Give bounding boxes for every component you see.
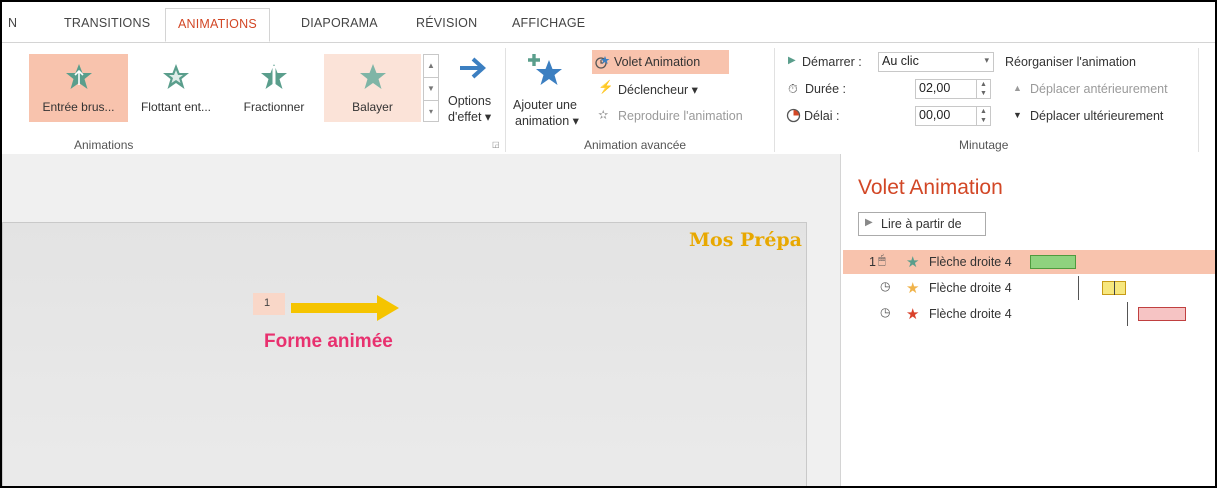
gallery-label: Fractionner <box>243 100 305 114</box>
move-earlier-label: Déplacer antérieurement <box>1030 82 1168 96</box>
painter-label: Reproduire l'animation <box>618 109 743 123</box>
group-label-timing: Minutage <box>959 138 1009 152</box>
animation-painter-button[interactable]: ✫ Reproduire l'animation <box>592 105 767 127</box>
slide-caption[interactable]: Forme animée <box>264 331 393 353</box>
timeline-marker <box>1114 281 1115 295</box>
star-split-icon <box>259 62 289 95</box>
gallery-flottant-entrant[interactable]: Flottant ent... <box>130 54 222 122</box>
start-label: Démarrer : <box>802 55 862 69</box>
tab-diaporama[interactable]: DIAPORAMA <box>301 16 378 30</box>
animation-pane-icon <box>595 54 613 75</box>
star-float-icon <box>161 62 191 95</box>
add-animation-label-2: animation ▾ <box>515 114 579 128</box>
tab-partial[interactable]: N <box>8 16 17 30</box>
gallery-more-icon[interactable]: ▾ <box>424 101 438 123</box>
item-name: Flèche droite 4 <box>929 281 1012 295</box>
item-name: Flèche droite 4 <box>929 307 1012 321</box>
tab-revision[interactable]: RÉVISION <box>416 16 477 30</box>
gallery-entree-brusque[interactable]: Entrée brus... <box>29 54 128 122</box>
lightning-icon: ⚡ <box>598 80 614 94</box>
item-index: 1 <box>869 255 876 269</box>
add-animation-button[interactable]: Ajouter une animation ▾ <box>509 50 589 130</box>
star-wipe-icon <box>358 62 388 95</box>
gallery-fractionner[interactable]: Fractionner <box>230 54 318 122</box>
play-from-button[interactable]: ▶ Lire à partir de <box>858 212 986 236</box>
ribbon-tabs: N TRANSITIONS ANIMATIONS DIAPORAMA RÉVIS… <box>2 2 1215 43</box>
watermark-text: Mos Prépa <box>689 229 802 251</box>
painter-icon: ✫ <box>598 108 609 122</box>
scroll-down-icon[interactable]: ▼ <box>424 78 438 101</box>
triangle-down-icon: ▼ <box>1013 110 1022 120</box>
timeline-marker <box>1078 276 1079 300</box>
item-name: Flèche droite 4 <box>929 255 1012 269</box>
arrow-shape[interactable] <box>291 295 401 326</box>
animation-pane-label: Volet Animation <box>614 55 701 69</box>
start-value: Au clic <box>882 54 919 68</box>
gallery-label: Balayer <box>352 100 393 114</box>
scroll-up-icon[interactable]: ▲ <box>424 55 438 78</box>
star-entrance-icon <box>64 62 94 95</box>
duration-value: 02,00 <box>919 81 951 95</box>
pane-list-item[interactable]: ◷ ★ Flèche droite 4 <box>843 302 1215 326</box>
slide-workspace: Mos Prépa 1 Forme animée <box>2 154 840 486</box>
duration-label: Durée : <box>805 82 846 96</box>
gallery-balayer[interactable]: Balayer <box>324 54 421 122</box>
mouse-click-icon: 🖱 <box>878 252 886 267</box>
pane-list-item[interactable]: ◷ ★ Flèche droite 4 <box>843 276 1215 300</box>
animation-number-tag[interactable]: 1 <box>253 293 285 315</box>
timeline-bar[interactable] <box>1138 307 1186 321</box>
tab-animations[interactable]: ANIMATIONS <box>165 8 270 42</box>
move-earlier-button[interactable]: ▲ Déplacer antérieurement <box>1008 80 1188 100</box>
slide-canvas[interactable]: Mos Prépa 1 Forme animée <box>2 222 807 486</box>
group-label-advanced: Animation avancée <box>584 138 687 152</box>
effect-options-label-1: Options <box>448 94 492 108</box>
delay-value: 00,00 <box>919 108 951 122</box>
add-animation-label-1: Ajouter une <box>513 98 577 112</box>
animation-pane: Volet Animation ▶ Lire à partir de 1 🖱 ★… <box>840 154 1215 486</box>
star-entrance-icon: ★ <box>906 254 920 271</box>
timeline-bar[interactable] <box>1030 255 1076 269</box>
start-select[interactable]: Au clic ▾ <box>878 52 994 72</box>
delay-input[interactable]: 00,00 <box>915 106 977 126</box>
triangle-up-icon: ▲ <box>1013 83 1022 93</box>
gallery-scrollbar[interactable]: ▲ ▼ ▾ <box>423 54 439 122</box>
duration-input[interactable]: 02,00 <box>915 79 977 99</box>
group-divider <box>774 48 775 152</box>
dialog-launcher-icon[interactable]: ◲ <box>492 140 500 149</box>
play-icon: ▶ <box>865 217 873 228</box>
animation-pane-button[interactable]: Volet Animation <box>592 50 729 74</box>
duration-spinner[interactable]: ▲ ▼ <box>977 79 991 99</box>
tab-affichage[interactable]: AFFICHAGE <box>512 16 585 30</box>
group-label-animations: Animations <box>74 138 134 152</box>
clock-icon: ◷ <box>880 279 891 293</box>
effect-options-button[interactable]: Options d'effet ▾ <box>445 52 503 124</box>
trigger-button[interactable]: ⚡ Déclencheur ▾ <box>592 78 729 100</box>
play-from-label: Lire à partir de <box>881 217 962 231</box>
add-star-icon <box>525 52 565 95</box>
trigger-label: Déclencheur ▾ <box>618 83 698 97</box>
move-later-button[interactable]: ▼ Déplacer ultérieurement <box>1008 107 1188 127</box>
clock-icon: ◷ <box>880 305 891 319</box>
effect-options-label-2: d'effet ▾ <box>448 110 492 124</box>
gallery-label: Flottant ent... <box>140 100 212 114</box>
pane-title: Volet Animation <box>858 176 1003 199</box>
delay-icon <box>786 108 801 128</box>
move-later-label: Déplacer ultérieurement <box>1030 109 1164 123</box>
tab-transitions[interactable]: TRANSITIONS <box>64 16 150 30</box>
clock-icon: ⏱ <box>788 82 798 96</box>
powerpoint-window: N TRANSITIONS ANIMATIONS DIAPORAMA RÉVIS… <box>0 0 1217 488</box>
delay-spinner[interactable]: ▲ ▼ <box>977 106 991 126</box>
star-emphasis-icon: ★ <box>906 280 920 297</box>
gallery-label: Entrée brus... <box>42 100 115 114</box>
chevron-down-icon: ▾ <box>984 55 989 65</box>
reorder-label: Réorganiser l'animation <box>1005 55 1136 69</box>
group-divider <box>1198 48 1199 152</box>
arrow-right-icon <box>457 54 489 87</box>
timeline-marker <box>1127 302 1128 326</box>
star-exit-icon: ★ <box>906 306 920 323</box>
group-divider <box>505 48 506 152</box>
pane-list-item[interactable]: 1 🖱 ★ Flèche droite 4 <box>843 250 1215 274</box>
play-start-icon: ▶ <box>788 55 796 66</box>
delay-label: Délai : <box>804 109 840 123</box>
